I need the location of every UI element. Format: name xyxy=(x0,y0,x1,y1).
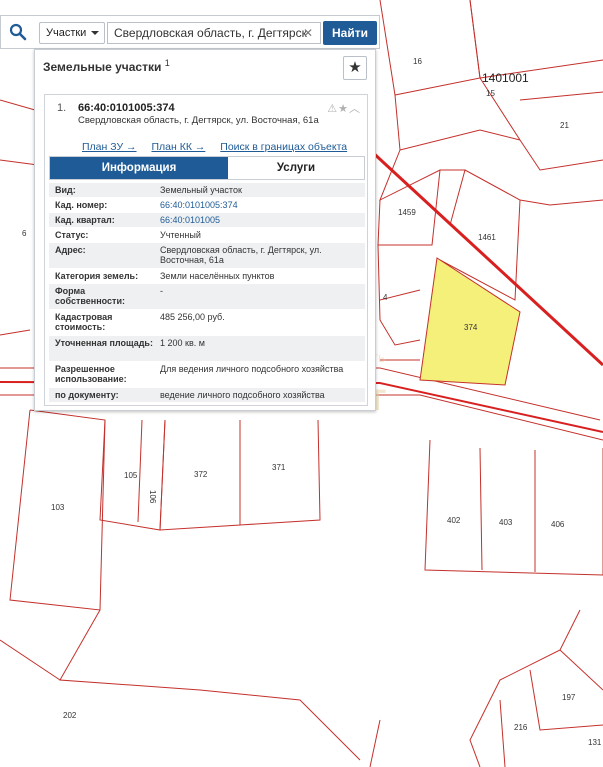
panel-title: Земельные участки 1 xyxy=(43,58,170,74)
plan-zu-link[interactable]: План ЗУ → xyxy=(82,141,137,153)
info-row: Кадастровая стоимость: 485 256,00 руб. xyxy=(49,310,365,336)
plot-label: 402 xyxy=(447,516,461,525)
result-number: 1. xyxy=(57,102,67,114)
plot-label: 131 xyxy=(588,738,602,747)
plot-label: 403 xyxy=(499,518,513,527)
card-actions[interactable]: ⚠★︿ xyxy=(327,100,361,116)
results-panel: Земельные участки 1 ★ 1. 66:40:0101005:3… xyxy=(34,49,376,411)
chevron-up-icon: ︿ xyxy=(349,103,361,115)
info-row: Вид: Земельный участок xyxy=(49,183,365,198)
plot-label: 16 xyxy=(413,57,422,66)
plot-label: 103 xyxy=(51,503,65,512)
search-input[interactable]: Свердловская область, г. Дегтярск xyxy=(107,22,321,44)
tab-services[interactable]: Услуги xyxy=(228,157,364,179)
result-card: 1. 66:40:0101005:374 ⚠★︿ Свердловская об… xyxy=(44,94,368,406)
search-icon[interactable] xyxy=(9,23,27,41)
search-bar: Участки Свердловская область, г. Дегтярс… xyxy=(0,15,380,49)
plan-kk-link[interactable]: План КК → xyxy=(151,141,205,153)
plot-label: 1459 xyxy=(398,208,416,217)
info-row: Уточненная площадь: 1 200 кв. м xyxy=(49,336,365,362)
chevron-down-icon xyxy=(91,31,99,35)
plot-label: 374 xyxy=(464,323,478,332)
favorite-button[interactable]: ★ xyxy=(343,56,367,80)
info-row: Разрешенное использование: Для ведения ли… xyxy=(49,362,365,388)
warning-icon: ⚠ xyxy=(327,103,339,115)
plot-label: 197 xyxy=(562,693,576,702)
cadastral-number[interactable]: 66:40:0101005:374 xyxy=(78,102,175,114)
info-row: Кад. квартал: 66:40:0101005 xyxy=(49,213,365,228)
plot-label: 216 xyxy=(514,723,528,732)
search-type-select[interactable]: Участки xyxy=(39,22,105,44)
info-row: Категория земель: Земли населённых пункто… xyxy=(49,269,365,284)
plot-label: 372 xyxy=(194,470,208,479)
plot-label: 371 xyxy=(272,463,286,472)
plot-label: 1401001 xyxy=(482,71,529,85)
plot-label: 1461 xyxy=(478,233,496,242)
info-row: Кад. номер: 66:40:0101005:374 xyxy=(49,198,365,213)
info-row: по документу: ведение личного подсобного … xyxy=(49,388,365,403)
info-row: Форма собственности: - xyxy=(49,284,365,310)
plot-label: 21 xyxy=(560,121,569,130)
result-address: Свердловская область, г. Дегтярск, ул. В… xyxy=(78,115,319,126)
search-type-label: Участки xyxy=(46,27,87,39)
plot-label: 6 xyxy=(22,229,27,238)
plot-label: 406 xyxy=(551,520,565,529)
tab-information[interactable]: Информация xyxy=(50,157,228,179)
close-icon[interactable]: ✕ xyxy=(303,26,313,40)
star-icon: ★ xyxy=(338,103,349,115)
plot-label: 106 xyxy=(148,490,157,504)
plot-label: 105 xyxy=(124,471,138,480)
plot-label: 4 xyxy=(383,293,388,302)
info-table: Вид: Земельный участок Кад. номер: 66:40:0… xyxy=(49,183,365,403)
tabs: Информация Услуги xyxy=(49,156,365,180)
info-row: Адрес: Свердловская область, г. Дегтярск,… xyxy=(49,243,365,269)
plot-label: 202 xyxy=(63,711,77,720)
result-count: 1 xyxy=(164,58,170,68)
info-row: Статус: Учтенный xyxy=(49,228,365,243)
star-icon: ★ xyxy=(348,59,362,76)
find-button[interactable]: Найти xyxy=(323,21,377,45)
plot-label: 15 xyxy=(486,89,495,98)
